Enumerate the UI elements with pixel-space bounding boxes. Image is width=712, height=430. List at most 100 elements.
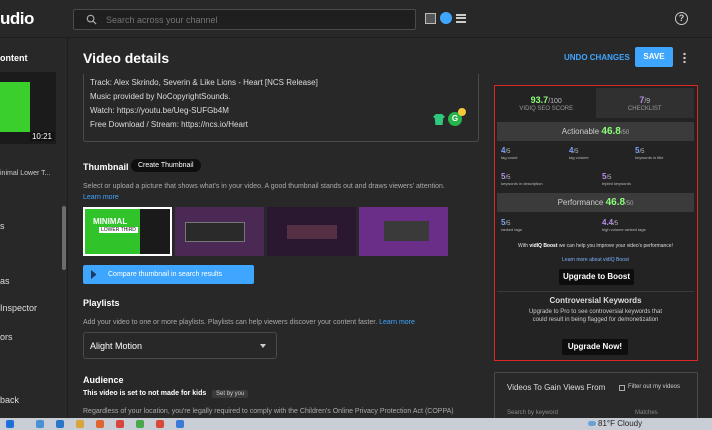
taskbar: 81°F Cloudy (0, 418, 712, 430)
videos-panel-heading: Videos To Gain Views From (507, 383, 606, 392)
chevron-down-icon (260, 344, 266, 348)
thumbnail-title: MINIMAL (93, 217, 128, 226)
vidiq-tabs: 93.7/100 VIDIQ SEO SCORE 7/9 CHECKLIST (497, 88, 694, 118)
main-content: Video details Track: Alex Skrindo, Sever… (69, 38, 487, 418)
performance-label: Performance (557, 198, 604, 207)
undo-changes-button[interactable]: UNDO CHANGES (564, 53, 630, 62)
playlists-help-text: Add your video to one or more playlists.… (83, 319, 378, 326)
sidebar-item-1[interactable]: s (0, 221, 5, 231)
playlists-help: Add your video to one or more playlists.… (83, 317, 483, 328)
sidebar-item-4[interactable]: ors (0, 332, 13, 342)
checklist-max: /9 (644, 98, 651, 105)
taskbar-app-icon[interactable] (176, 420, 184, 428)
upgrade-now-button[interactable]: Upgrade Now! (562, 339, 628, 355)
help-icon[interactable]: ? (675, 12, 688, 25)
compare-thumbnail-label: Compare thumbnail in search results (108, 271, 222, 278)
audience-heading: Audience (83, 375, 124, 385)
seo-score-value: 93.7 (530, 95, 549, 105)
thumbnail-subtitle: LOWER THIRD (99, 227, 138, 233)
save-button[interactable]: SAVE (635, 47, 673, 67)
description-line: Track: Alex Skrindo, Severin & Like Lion… (90, 78, 318, 87)
audience-help: Regardless of your location, you're lega… (83, 408, 454, 415)
controversial-text: Upgrade to Pro to see controversial keyw… (528, 309, 663, 323)
vidiq-panel: 93.7/100 VIDIQ SEO SCORE 7/9 CHECKLIST A… (494, 85, 698, 361)
playlist-select[interactable]: Alight Motion (83, 332, 277, 359)
performance-max: /50 (625, 201, 634, 207)
filter-checkbox[interactable] (619, 385, 625, 391)
search-icon (86, 14, 97, 25)
keyword-search-input[interactable]: Search by keyword (507, 410, 558, 416)
notification-badge (458, 108, 466, 116)
thumbnail-learn-more-link[interactable]: Learn more (83, 194, 119, 201)
thumbnail-option[interactable] (267, 207, 356, 256)
description-line: Watch: https://youtu.be/Ueg-SUFGb4M (90, 106, 229, 115)
search-input[interactable] (106, 12, 406, 28)
compare-thumbnail-button[interactable]: Compare thumbnail in search results (83, 265, 254, 284)
tab-checklist[interactable]: 7/9 CHECKLIST (595, 88, 694, 118)
folder-icon[interactable] (76, 420, 84, 428)
sidebar-item-inspector[interactable]: Inspector (0, 303, 37, 313)
extension-icons (425, 12, 466, 24)
upgrade-to-boost-button[interactable]: Upgrade to Boost (559, 269, 634, 285)
sidebar-video-caption: inimal Lower T... (0, 170, 51, 177)
playlists-learn-more-link[interactable]: Learn more (379, 319, 415, 326)
weather-text[interactable]: 81°F Cloudy (598, 419, 642, 428)
actionable-label: Actionable (561, 127, 600, 136)
matches-label: Matches (635, 410, 658, 416)
sidebar-title: ontent (0, 53, 28, 63)
thumbnail-help: Select or upload a picture that shows wh… (83, 181, 483, 203)
thumbnail-option-selected[interactable]: MINIMAL LOWER THIRD (83, 207, 172, 256)
actionable-max: /50 (620, 130, 630, 136)
metric-tag-volume: 4/5 tag volume (569, 146, 589, 160)
audience-status: This video is set to not made for kids (83, 390, 207, 397)
thumbnail-option[interactable] (175, 207, 264, 256)
extension-icon[interactable] (425, 12, 436, 24)
metric-high-volume-ranked: 4.4/5 high volume ranked tags (602, 218, 646, 232)
more-options-icon[interactable] (683, 52, 686, 63)
description-field[interactable]: Track: Alex Skrindo, Severin & Like Lion… (83, 74, 479, 142)
thumbnail-heading: Thumbnail (83, 162, 129, 172)
audience-tag: Set by you (212, 390, 249, 398)
chrome-icon[interactable] (136, 420, 144, 428)
boost-note: With vidIQ Boost we can help you improve… (518, 243, 673, 249)
app-logo[interactable]: udio (0, 9, 34, 29)
filter-label: Filter out my videos (628, 384, 681, 390)
sidebar-video-thumbnail[interactable]: 10:21 (0, 72, 56, 144)
performance-band: Performance 46.8/50 (497, 193, 694, 212)
top-bar: udio ? (0, 0, 712, 38)
metric-tripled-keywords: 5/5 tripled keywords (602, 172, 631, 186)
performance-value: 46.8 (605, 197, 626, 208)
taskbar-app-icon[interactable] (36, 420, 44, 428)
metric-tag-count: 4/5 tag count (501, 146, 518, 160)
windows-start-icon[interactable] (6, 420, 14, 428)
menu-icon[interactable] (456, 13, 466, 23)
play-icon (91, 270, 100, 279)
boost-learn-more[interactable]: Learn more about vidIQ Boost (497, 257, 694, 263)
thumbnail-options: MINIMAL LOWER THIRD (83, 207, 448, 256)
search-bar[interactable] (73, 9, 416, 30)
sidebar-scrollbar[interactable] (62, 206, 66, 270)
checklist-label: CHECKLIST (627, 106, 662, 112)
actionable-value: 46.8 (601, 126, 621, 137)
thumbnail-option[interactable] (359, 207, 448, 256)
create-thumbnail-button[interactable]: Create Thumbnail (131, 159, 201, 172)
sidebar-item-2[interactable]: as (0, 276, 10, 286)
description-line: Free Download / Stream: https://ncs.io/H… (90, 120, 248, 129)
controversial-heading: Controversial Keywords (549, 296, 642, 305)
sidebar-item-feedback[interactable]: back (0, 395, 19, 405)
taskbar-app-icon[interactable] (56, 420, 64, 428)
metric-ranked-tags: 5/5 ranked tags (501, 218, 522, 232)
seo-score-label: VIDIQ SEO SCORE (519, 106, 574, 112)
thumbnail-help-text: Select or upload a picture that shows wh… (83, 183, 445, 190)
sidebar: ontent 10:21 inimal Lower T... s as Insp… (0, 38, 68, 418)
page-title: Video details (83, 50, 170, 66)
metric-keywords-title: 5/5 keywords in title (635, 146, 664, 160)
vidiq-icon[interactable] (440, 12, 452, 24)
video-duration: 10:21 (29, 132, 54, 141)
actionable-band: Actionable 46.8/50 (497, 122, 694, 141)
taskbar-app-icon[interactable] (156, 420, 164, 428)
metric-keywords-description: 5/5 keywords in description (501, 172, 543, 186)
firefox-icon[interactable] (96, 420, 104, 428)
taskbar-app-icon[interactable] (116, 420, 124, 428)
tab-seo-score[interactable]: 93.7/100 VIDIQ SEO SCORE (497, 88, 596, 118)
